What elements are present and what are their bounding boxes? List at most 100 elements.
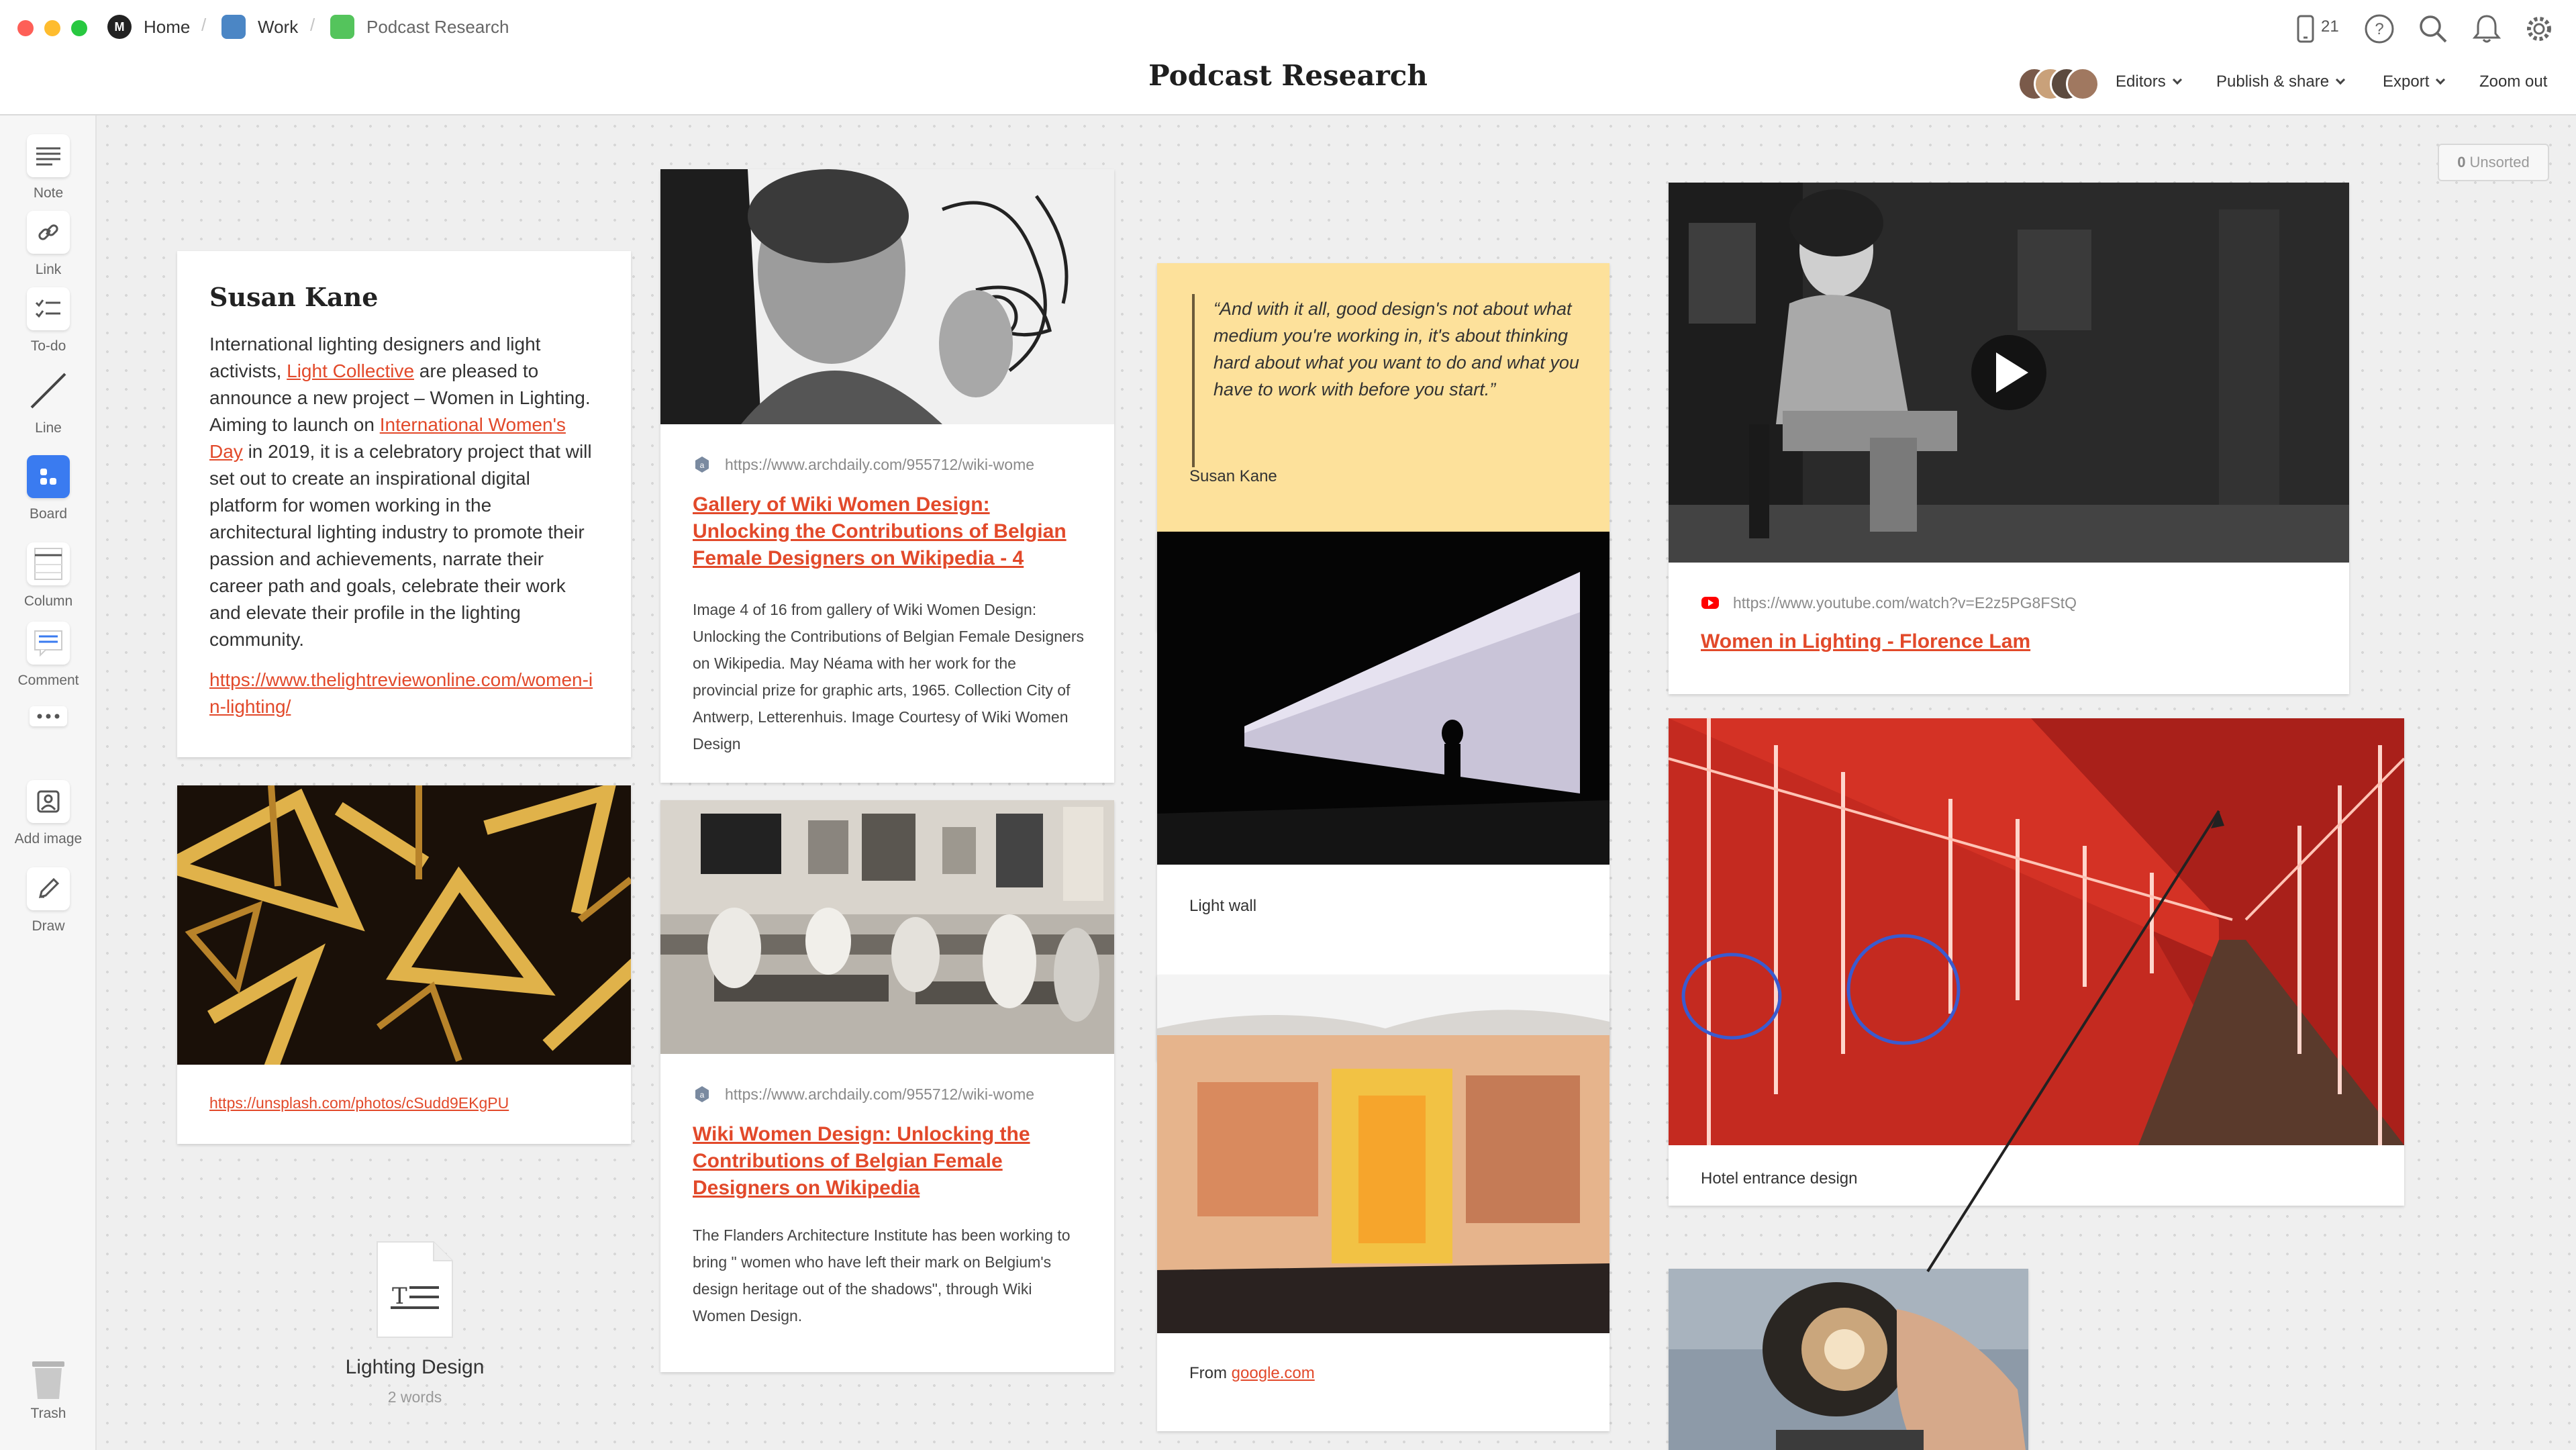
chevron-down-icon bbox=[2436, 75, 2446, 85]
tool-label: Add image bbox=[14, 831, 83, 847]
classroom-photo-image bbox=[660, 800, 1114, 1054]
export-menu-label: Export bbox=[2383, 72, 2430, 91]
notifications-bell-icon[interactable] bbox=[2470, 12, 2504, 46]
note-card-susan-kane[interactable]: Susan Kane International lighting design… bbox=[177, 251, 631, 757]
tool-board[interactable]: Board bbox=[0, 455, 97, 522]
archdaily-favicon-icon: a bbox=[695, 456, 709, 473]
image-card-orange-interior[interactable]: From google.com bbox=[1157, 975, 1609, 1431]
editors-menu-label: Editors bbox=[2116, 72, 2166, 91]
link-icon bbox=[27, 211, 70, 254]
archdaily-url-row: a https://www.archdaily.com/955712/wiki-… bbox=[693, 455, 1085, 474]
device-count: 21 bbox=[2321, 17, 2339, 36]
window-close-button[interactable] bbox=[17, 20, 34, 36]
tool-label: Note bbox=[33, 185, 64, 201]
settings-gear-icon[interactable] bbox=[2522, 12, 2556, 46]
hotel-caption: Hotel entrance design bbox=[1701, 1169, 1858, 1188]
link-card-archdaily-gallery[interactable]: a https://www.archdaily.com/955712/wiki-… bbox=[660, 169, 1114, 783]
tool-add-image[interactable]: Add image bbox=[0, 780, 97, 847]
help-icon[interactable]: ? bbox=[2363, 12, 2396, 46]
breadcrumb-label: Home bbox=[144, 16, 191, 37]
youtube-title-link[interactable]: Women in Lighting - Florence Lam bbox=[1701, 628, 2317, 655]
tool-trash[interactable]: Trash bbox=[0, 1359, 97, 1422]
board-icon bbox=[330, 15, 354, 39]
archdaily-gallery-description: Image 4 of 16 from gallery of Wiki Women… bbox=[693, 601, 1084, 753]
light-collective-link[interactable]: Light Collective bbox=[287, 360, 414, 381]
publish-share-menu[interactable]: Publish & share bbox=[2216, 72, 2346, 91]
board-icon bbox=[221, 15, 246, 39]
light-wall-caption: Light wall bbox=[1189, 897, 1257, 915]
archdaily-article-title-link[interactable]: Wiki Women Design: Unlocking the Contrib… bbox=[693, 1121, 1085, 1202]
lamp-photo-image bbox=[1669, 1269, 2028, 1450]
image-card-light-sculpture[interactable]: https://unsplash.com/photos/cSudd9EKgPU bbox=[177, 785, 631, 1144]
search-icon[interactable] bbox=[2416, 12, 2450, 46]
document-title: Lighting Design bbox=[345, 1356, 485, 1378]
svg-text:a: a bbox=[700, 461, 705, 470]
tool-label: Line bbox=[35, 420, 62, 436]
youtube-url-row: https://www.youtube.com/watch?v=E2z5PG8F… bbox=[1701, 593, 2317, 612]
editors-menu[interactable]: Editors bbox=[2116, 72, 2182, 91]
unsplash-url-row: https://unsplash.com/photos/cSudd9EKgPU bbox=[209, 1094, 599, 1112]
tool-link[interactable]: Link bbox=[0, 211, 97, 278]
note-icon bbox=[27, 134, 70, 177]
light-wall-image bbox=[1157, 532, 1609, 865]
google-link[interactable]: google.com bbox=[1232, 1364, 1315, 1382]
comment-icon bbox=[27, 622, 70, 665]
tool-comment[interactable]: Comment bbox=[0, 622, 97, 689]
board-icon bbox=[27, 455, 70, 498]
column-icon bbox=[27, 542, 70, 585]
tool-column[interactable]: Column bbox=[0, 542, 97, 610]
chevron-down-icon bbox=[2336, 75, 2346, 85]
video-thumbnail-image bbox=[1669, 183, 2349, 563]
add-image-icon bbox=[27, 780, 70, 823]
home-logo-icon bbox=[107, 15, 132, 39]
unsplash-link[interactable]: https://unsplash.com/photos/cSudd9EKgPU bbox=[209, 1094, 509, 1112]
tool-draw[interactable]: Draw bbox=[0, 867, 97, 934]
document-lighting-design[interactable]: T Lighting Design 2 words bbox=[326, 1239, 503, 1406]
tool-label: Link bbox=[35, 262, 62, 277]
note-title: Susan Kane bbox=[209, 282, 379, 312]
mobile-device-icon[interactable] bbox=[2289, 12, 2322, 46]
tool-label: Board bbox=[29, 506, 68, 522]
more-tools-button[interactable] bbox=[0, 706, 97, 726]
breadcrumb-podcast-research[interactable]: Podcast Research bbox=[330, 13, 509, 40]
youtube-favicon-icon bbox=[1701, 597, 1719, 609]
google-caption-prefix: From bbox=[1189, 1364, 1232, 1382]
avatar bbox=[2066, 67, 2099, 101]
page-title: Podcast Research bbox=[1148, 59, 1428, 92]
image-card-lamp[interactable] bbox=[1669, 1269, 2028, 1450]
top-bar: Home / Work / Podcast Research Podcast R… bbox=[0, 0, 2576, 115]
svg-text:a: a bbox=[700, 1090, 705, 1100]
link-card-archdaily-article[interactable]: a https://www.archdaily.com/955712/wiki-… bbox=[660, 800, 1114, 1372]
google-caption: From google.com bbox=[1189, 1364, 1315, 1383]
publish-share-menu-label: Publish & share bbox=[2216, 72, 2330, 91]
archdaily-url-row: a https://www.archdaily.com/955712/wiki-… bbox=[693, 1085, 1085, 1104]
archdaily-url: https://www.archdaily.com/955712/wiki-wo… bbox=[725, 1085, 1035, 1103]
portrait-photo-woman-drawing bbox=[660, 169, 1114, 424]
export-menu[interactable]: Export bbox=[2383, 72, 2446, 91]
breadcrumb-label: Podcast Research bbox=[366, 16, 509, 37]
breadcrumb-work[interactable]: Work bbox=[221, 13, 298, 40]
women-in-lighting-url-link[interactable]: https://www.thelightreviewonline.com/wom… bbox=[209, 669, 593, 717]
svg-text:T: T bbox=[392, 1283, 407, 1310]
tool-todo[interactable]: To-do bbox=[0, 287, 97, 354]
trash-icon bbox=[27, 1359, 70, 1402]
board-canvas[interactable]: 0 Unsorted Susan Kane International ligh… bbox=[98, 117, 2576, 1450]
todo-icon bbox=[27, 287, 70, 330]
zoom-out-button[interactable]: Zoom out bbox=[2479, 72, 2547, 91]
quote-bar bbox=[1192, 294, 1195, 467]
tool-label: Draw bbox=[32, 918, 65, 934]
orange-interior-image bbox=[1157, 975, 1609, 1333]
note-text-part: in 2019, it is a celebratory project tha… bbox=[209, 441, 592, 650]
breadcrumb-home[interactable]: Home bbox=[107, 13, 190, 40]
archdaily-gallery-title-link[interactable]: Gallery of Wiki Women Design: Unlocking … bbox=[693, 491, 1085, 572]
tool-label: Comment bbox=[17, 673, 79, 688]
image-card-hotel-entrance[interactable]: Hotel entrance design bbox=[1669, 718, 2404, 1206]
video-card-florence-lam[interactable]: https://www.youtube.com/watch?v=E2z5PG8F… bbox=[1669, 183, 2349, 694]
left-toolbar: Note Link To-do Line Board Column Commen… bbox=[0, 115, 97, 1450]
tool-line[interactable]: Line bbox=[0, 369, 97, 436]
note-url-row: https://www.thelightreviewonline.com/wom… bbox=[209, 667, 599, 720]
tool-note[interactable]: Note bbox=[0, 134, 97, 201]
window-maximize-button[interactable] bbox=[71, 20, 87, 36]
unsorted-button[interactable]: 0 Unsorted bbox=[2438, 144, 2549, 181]
window-minimize-button[interactable] bbox=[44, 20, 60, 36]
